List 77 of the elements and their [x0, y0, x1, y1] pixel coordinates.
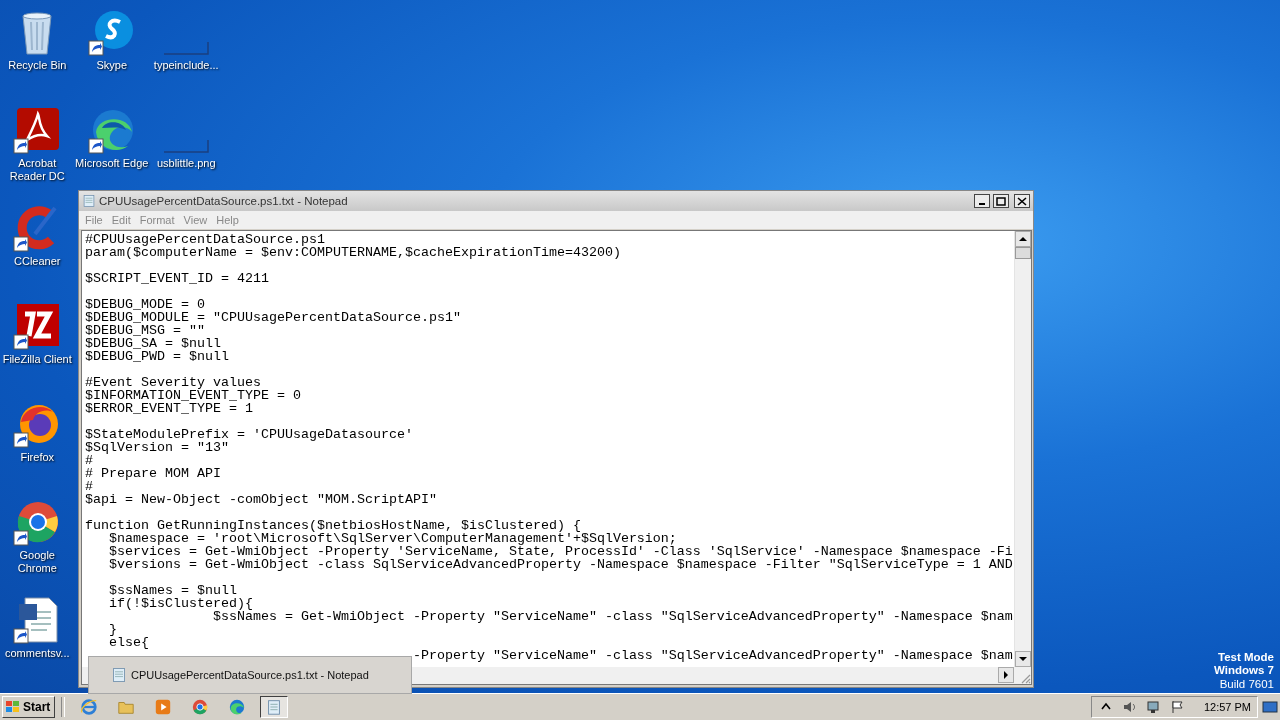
icon-label[interactable]: Acrobat Reader DC	[0, 157, 75, 183]
browser-icon	[191, 698, 210, 716]
start-button[interactable]: Start	[2, 696, 56, 718]
code-line: $SCRIPT_EVENT_ID = 4211	[85, 272, 270, 285]
icon-label[interactable]: usblittle.png	[156, 157, 216, 170]
taskbar-preview[interactable]: CPUUsagePercentDataSource.ps1.txt - Notepad	[88, 656, 412, 694]
scroll-down-button[interactable]	[1015, 651, 1031, 667]
code-line: #	[85, 480, 94, 493]
file-icon	[162, 40, 211, 56]
down-arrow-icon	[1019, 655, 1027, 663]
pdf-icon	[13, 106, 62, 154]
icon-label[interactable]: Google Chrome	[0, 549, 75, 575]
code-line: $DEBUG_SA = $null	[85, 337, 222, 350]
show-desktop-icon[interactable]	[1262, 699, 1278, 715]
icon-label[interactable]: Firefox	[20, 451, 55, 464]
scroll-thumb[interactable]	[1015, 247, 1031, 259]
right-arrow-icon	[1002, 671, 1010, 679]
network-icon[interactable]	[1145, 700, 1162, 714]
minimize-icon	[979, 203, 985, 205]
code-line: #	[85, 454, 93, 467]
preview-title: CPUUsagePercentDataSource.ps1.txt - Notepad	[131, 669, 369, 681]
icon-label[interactable]: FileZilla Client	[2, 353, 72, 366]
code-line: $INFORMATION_EVENT_TYPE = 0	[85, 389, 302, 402]
minimize-button[interactable]	[974, 194, 990, 208]
code-line: $ERROR_EVENT_TYPE = 1	[85, 402, 254, 415]
code-line: $DEBUG_MODULE = "CPUUsagePercentDataSource.ps1"	[85, 311, 462, 324]
code-line: $services = Get-WmiObject -Property 'ServiceName, State, ProcessId' -Class 'SqlService' -Namespace $namespace -Fi	[108, 545, 1014, 558]
maximize-button[interactable]	[993, 194, 1009, 208]
flag-icon[interactable]	[1169, 700, 1186, 714]
code-line: if(!$isClustered){	[108, 597, 253, 610]
code-line: $DEBUG_PWD = $null	[85, 350, 230, 363]
browser-icon	[228, 698, 247, 716]
browser-icon	[80, 698, 99, 716]
clock[interactable]: 12:57 PM	[1203, 701, 1251, 713]
maximize-icon	[996, 196, 1006, 206]
system-info-text: Windows 7	[1214, 664, 1274, 678]
icon-label[interactable]: CCleaner	[14, 255, 61, 268]
taskbar-button[interactable]	[260, 696, 289, 718]
ftp-app-icon	[13, 302, 62, 350]
code-line: -Property "ServiceName" -class "SqlServiceAdvancedProperty" -Namespace $nam	[411, 649, 1014, 662]
code-line: $ssNames = Get-WmiObject -Property "ServiceName" -class "SqlServiceAdvancedProperty" -Namespace $nam	[212, 610, 1014, 623]
windows-logo-icon	[5, 700, 21, 714]
code-line: }	[108, 623, 117, 636]
code-line: function GetRunningInstances($netbiosHostName, $isClustered) {	[85, 519, 581, 532]
resize-grip-icon[interactable]	[1019, 672, 1031, 684]
icon-label[interactable]: typeinclude...	[153, 59, 219, 72]
icon-label[interactable]: commentsv...	[4, 647, 70, 660]
scroll-up-button[interactable]	[1015, 231, 1031, 247]
code-line: $namespace = 'root\Microsoft\SqlServer\ComputerManagement'+$SqlVersion;	[108, 532, 677, 545]
code-line: #CPUUsagePercentDataSource.ps1	[85, 233, 325, 246]
code-line: $DEBUG_MSG = ""	[85, 324, 206, 337]
close-button[interactable]	[1014, 194, 1030, 208]
code-line: $ssNames = $null	[108, 584, 238, 597]
code-line: $api = New-Object -comObject "MOM.ScriptAPI"	[85, 493, 438, 506]
code-line: $versions = Get-WmiObject -class SqlServiceAdvancedProperty -Namespace $namespace -Filter "SqlServiceType = 1 AND	[108, 558, 1014, 571]
icon-label[interactable]: Microsoft Edge	[75, 157, 149, 170]
window-title: CPUUsagePercentDataSource.ps1.txt - Notepad	[99, 195, 349, 207]
code-line: $StateModulePrefix = 'CPUUsageDatasource'	[85, 428, 414, 441]
file-icon	[162, 138, 211, 154]
code-line: param($computerName = $env:COMPUTERNAME,$cacheExpirationTime=43200)	[85, 246, 622, 259]
code-line: $SqlVersion = "13"	[85, 441, 230, 454]
notepad-icon	[111, 667, 127, 683]
speaker-icon[interactable]	[1121, 700, 1138, 714]
icon-label[interactable]: Skype	[96, 59, 128, 72]
code-line: # Prepare MOM API	[85, 467, 222, 480]
close-icon	[1017, 196, 1027, 206]
system-info-text: Test Mode	[1218, 650, 1274, 664]
media-player-icon	[154, 698, 173, 716]
notepad-icon	[82, 194, 96, 208]
up-arrow-icon	[1019, 235, 1027, 243]
system-info-text: Build 7601	[1219, 677, 1274, 691]
icon-label[interactable]: Recycle Bin	[8, 59, 67, 72]
code-line: #Event Severity values	[85, 376, 261, 389]
chat-app-icon	[87, 8, 136, 56]
code-line: else{	[108, 636, 150, 649]
code-line: $DEBUG_MODE = 0	[85, 298, 206, 311]
scroll-right-button[interactable]	[998, 667, 1014, 683]
